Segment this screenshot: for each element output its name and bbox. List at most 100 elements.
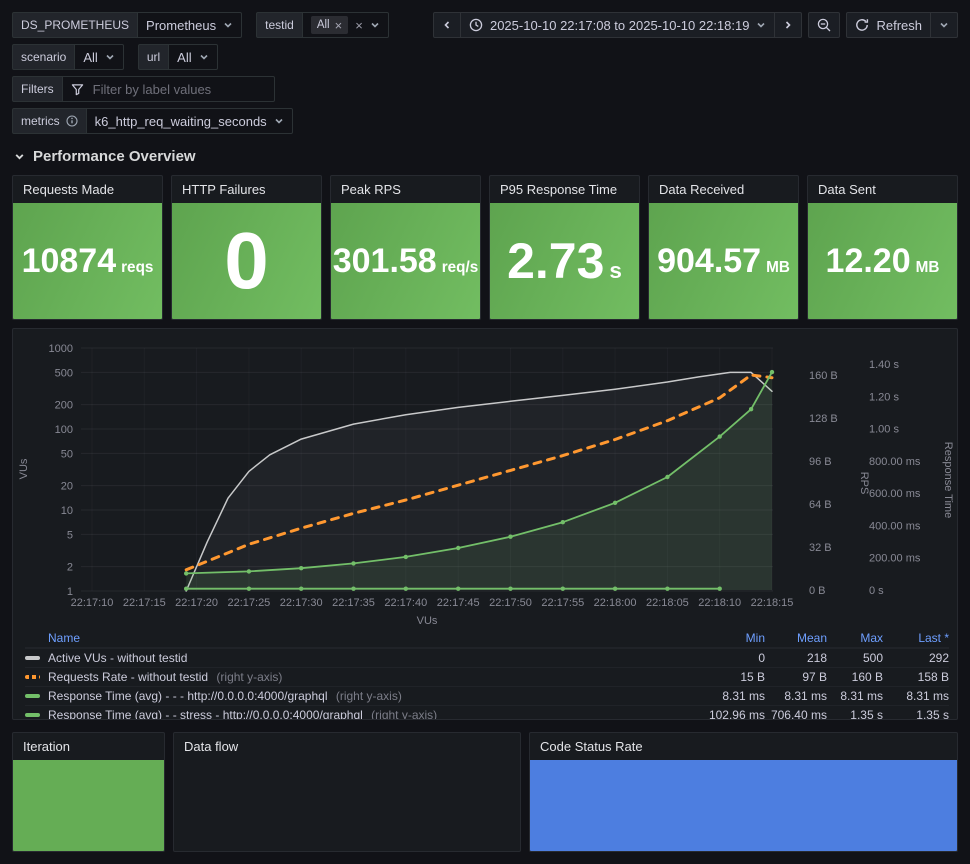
legend-max-value: 8.31 ms xyxy=(840,689,883,703)
svg-text:0 s: 0 s xyxy=(869,585,884,597)
testid-all-tag[interactable]: All × xyxy=(310,16,349,34)
legend-series-name[interactable]: Response Time (avg) - - stress - http://… xyxy=(48,708,683,719)
panel-body xyxy=(174,760,520,851)
legend-last-value: 158 B xyxy=(917,670,949,684)
time-range-picker[interactable]: 2025-10-10 22:17:08 to 2025-10-10 22:18:… xyxy=(460,12,776,38)
legend-series-name[interactable]: Response Time (avg) - - - http://0.0.0.0… xyxy=(48,689,683,703)
legend-mean-value: 97 B xyxy=(802,670,827,684)
legend-min-value: 102.96 ms xyxy=(708,708,765,720)
svg-text:VUs: VUs xyxy=(18,458,30,479)
time-shift-back-button[interactable] xyxy=(432,12,461,38)
svg-text:200: 200 xyxy=(55,400,73,412)
svg-text:22:17:55: 22:17:55 xyxy=(541,597,584,609)
section-title: Performance Overview xyxy=(33,148,196,165)
refresh-interval-dropdown[interactable] xyxy=(931,12,958,38)
legend-max-value: 500 xyxy=(862,651,883,665)
chart-legend: Name Min Mean Max Last * Active VUs - withou… xyxy=(13,627,957,720)
time-shift-forward-button[interactable] xyxy=(775,12,803,38)
var-scenario-label: scenario xyxy=(12,44,76,70)
svg-text:1.00 s: 1.00 s xyxy=(869,424,899,436)
panel-title[interactable]: Code Status Rate xyxy=(530,733,957,760)
chevron-down-icon xyxy=(939,20,949,30)
chevron-right-icon xyxy=(783,20,793,30)
timeseries-chart[interactable]: 125102050100200500100022:17:10 22:17:15 22… xyxy=(13,335,957,627)
svg-text:Response Time: Response Time xyxy=(942,442,954,518)
time-controls: 2025-10-10 22:17:08 to 2025-10-10 22:18:… xyxy=(432,12,803,38)
svg-text:VUs: VUs xyxy=(417,615,438,627)
remove-tag-icon[interactable]: × xyxy=(335,19,343,32)
var-ds-prometheus: DS_PROMETHEUS Prometheus xyxy=(12,12,243,38)
refresh-icon xyxy=(855,18,869,32)
var-metrics-label: metrics xyxy=(12,108,87,134)
zoom-out-button[interactable] xyxy=(808,12,841,38)
panel-body xyxy=(13,760,164,851)
svg-text:200.00 ms: 200.00 ms xyxy=(869,553,921,565)
legend-series-name[interactable]: Requests Rate - without testid (right y-… xyxy=(48,670,683,684)
legend-row: Requests Rate - without testid (right y-… xyxy=(25,667,949,686)
stat-value: 12.20 MB xyxy=(825,242,940,280)
section-performance-overview[interactable]: Performance Overview xyxy=(14,148,958,165)
legend-header-name[interactable]: Name xyxy=(48,631,683,645)
series-color-icon xyxy=(25,713,40,717)
toolbar-row-2: scenario All url All xyxy=(12,44,958,70)
stat-body: 12.20 MB xyxy=(808,203,957,319)
testid-tag-text: All xyxy=(316,19,330,31)
panel-title[interactable]: Iteration xyxy=(13,733,164,760)
legend-row: Response Time (avg) - - stress - http://… xyxy=(25,705,949,720)
panel-title[interactable]: Data Sent xyxy=(808,176,957,203)
stat-panel-http-failures: HTTP Failures 0 xyxy=(171,175,322,320)
legend-header-mean[interactable]: Mean xyxy=(765,631,827,645)
svg-text:1.40 s: 1.40 s xyxy=(869,359,899,371)
var-ds-value-text: Prometheus xyxy=(146,17,217,33)
clear-selection-icon[interactable]: × xyxy=(355,19,363,32)
legend-header-max[interactable]: Max xyxy=(827,631,883,645)
panel-title[interactable]: Peak RPS xyxy=(331,176,480,203)
var-ds-value-dropdown[interactable]: Prometheus xyxy=(138,12,243,38)
svg-text:800.00 ms: 800.00 ms xyxy=(869,456,921,468)
panel-iteration: Iteration xyxy=(12,732,165,852)
stat-value: 10874 reqs xyxy=(21,242,154,280)
chevron-left-icon xyxy=(442,20,452,30)
filters-group: Filters xyxy=(12,76,275,102)
refresh-button[interactable]: Refresh xyxy=(846,12,931,38)
var-url-value-dropdown[interactable]: All xyxy=(169,44,218,70)
panel-title[interactable]: Requests Made xyxy=(13,176,162,203)
svg-text:22:18:15: 22:18:15 xyxy=(751,597,794,609)
legend-row: Response Time (avg) - - - http://0.0.0.0… xyxy=(25,686,949,705)
legend-min-value: 8.31 ms xyxy=(722,689,765,703)
stat-value: 0 xyxy=(224,216,269,305)
svg-text:400.00 ms: 400.00 ms xyxy=(869,520,921,532)
svg-text:22:17:25: 22:17:25 xyxy=(227,597,270,609)
filters-input-wrap xyxy=(62,76,275,102)
var-testid-label: testid xyxy=(256,12,303,38)
chevron-down-icon xyxy=(199,52,209,62)
legend-min-value: 15 B xyxy=(740,670,765,684)
svg-text:20: 20 xyxy=(61,481,73,493)
legend-series-suffix: (right y-axis) xyxy=(335,689,402,703)
legend-mean-value: 218 xyxy=(806,651,827,665)
stat-body: 904.57 MB xyxy=(649,203,798,319)
panel-title[interactable]: Data flow xyxy=(174,733,520,760)
refresh-label: Refresh xyxy=(876,17,922,33)
svg-text:22:17:45: 22:17:45 xyxy=(437,597,480,609)
legend-header-min[interactable]: Min xyxy=(683,631,765,645)
panel-title[interactable]: HTTP Failures xyxy=(172,176,321,203)
var-scenario-value-dropdown[interactable]: All xyxy=(75,44,124,70)
chevron-down-icon xyxy=(274,116,284,126)
panel-title[interactable]: Data Received xyxy=(649,176,798,203)
legend-header-last[interactable]: Last * xyxy=(883,631,949,645)
bottom-row: Iteration Data flow Code Status Rate xyxy=(12,732,958,852)
var-url-value-text: All xyxy=(177,49,192,65)
stat-unit: s xyxy=(609,258,622,283)
filters-input[interactable] xyxy=(90,80,266,98)
legend-series-name[interactable]: Active VUs - without testid xyxy=(48,651,683,665)
panel-title[interactable]: P95 Response Time xyxy=(490,176,639,203)
var-scenario: scenario All xyxy=(12,44,124,70)
svg-text:22:17:15: 22:17:15 xyxy=(123,597,166,609)
var-metrics-value-dropdown[interactable]: k6_http_req_waiting_seconds xyxy=(86,108,293,134)
var-testid-value-dropdown[interactable]: All × × xyxy=(302,12,389,38)
legend-mean-value: 706.40 ms xyxy=(770,708,827,720)
info-icon xyxy=(66,115,78,127)
svg-text:22:17:35: 22:17:35 xyxy=(332,597,375,609)
panel-code-status-rate: Code Status Rate xyxy=(529,732,958,852)
